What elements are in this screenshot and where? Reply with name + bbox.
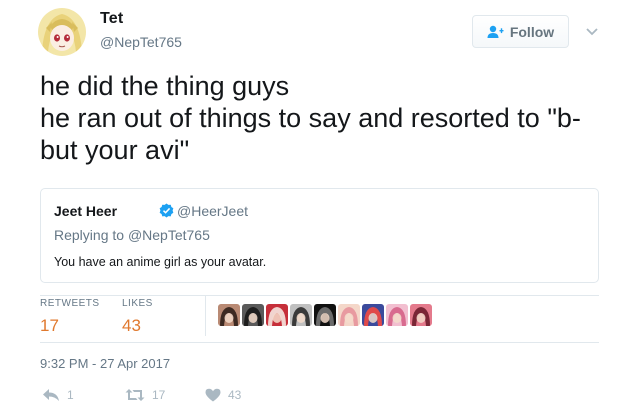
liker-avatar-3[interactable]	[266, 304, 288, 326]
reply-icon	[43, 389, 59, 401]
liker-avatar-9[interactable]	[410, 304, 432, 326]
retweet-icon	[125, 389, 145, 401]
verified-badge-icon	[159, 203, 174, 218]
author-name[interactable]: Tet	[100, 10, 123, 28]
tweet-text-line: he ran out of things to say and resorted…	[40, 103, 581, 133]
liker-avatar-2[interactable]	[242, 304, 264, 326]
follow-button[interactable]: Follow	[472, 15, 569, 48]
retweet-action[interactable]: 17	[125, 388, 165, 402]
likes-count: 43	[122, 316, 141, 335]
reply-action[interactable]: 1	[42, 388, 74, 402]
author-handle[interactable]: @NepTet765	[100, 34, 182, 50]
reply-count: 1	[67, 388, 74, 402]
tweet-text-line: he did the thing guys	[40, 71, 290, 101]
stats-separator	[205, 296, 206, 336]
follow-person-plus-icon	[487, 25, 504, 39]
replying-to: Replying to @NepTet765	[54, 227, 210, 243]
quoted-tweet[interactable]: Jeet Heer @HeerJeet Replying to @NepTet7…	[40, 188, 599, 283]
follow-button-label: Follow	[509, 23, 555, 40]
divider	[40, 342, 599, 343]
replying-to-prefix: Replying to	[54, 227, 128, 243]
tweet-timestamp[interactable]: 9:32 PM - 27 Apr 2017	[40, 356, 170, 371]
replying-to-handle[interactable]: @NepTet765	[128, 227, 210, 243]
liker-avatar-4[interactable]	[290, 304, 312, 326]
likes-label: LIKES	[122, 298, 153, 309]
author-avatar[interactable]	[38, 8, 86, 56]
quoted-author-name: Jeet Heer	[54, 203, 118, 219]
liker-avatar-7[interactable]	[362, 304, 384, 326]
divider	[40, 295, 599, 296]
quoted-author-handle: @HeerJeet	[177, 203, 249, 219]
retweets-label: RETWEETS	[40, 298, 100, 309]
retweets-count: 17	[40, 316, 59, 335]
like-action[interactable]: 43	[205, 388, 241, 402]
liker-avatar-8[interactable]	[386, 304, 408, 326]
like-count: 43	[228, 388, 242, 402]
tweet-text: he did the thing guys he ran out of thin…	[40, 70, 600, 166]
liker-avatar-5[interactable]	[314, 304, 336, 326]
liker-avatars	[218, 304, 434, 326]
tweet-text-line: but your avi"	[40, 135, 190, 165]
likes-stat[interactable]: LIKES 43	[122, 298, 153, 336]
chevron-down-icon[interactable]	[585, 24, 599, 36]
liker-avatar-1[interactable]	[218, 304, 240, 326]
retweets-stat[interactable]: RETWEETS 17	[40, 298, 100, 336]
retweet-count: 17	[152, 388, 166, 402]
heart-icon	[205, 388, 221, 402]
quoted-tweet-text: You have an anime girl as your avatar.	[54, 255, 267, 269]
liker-avatar-6[interactable]	[338, 304, 360, 326]
